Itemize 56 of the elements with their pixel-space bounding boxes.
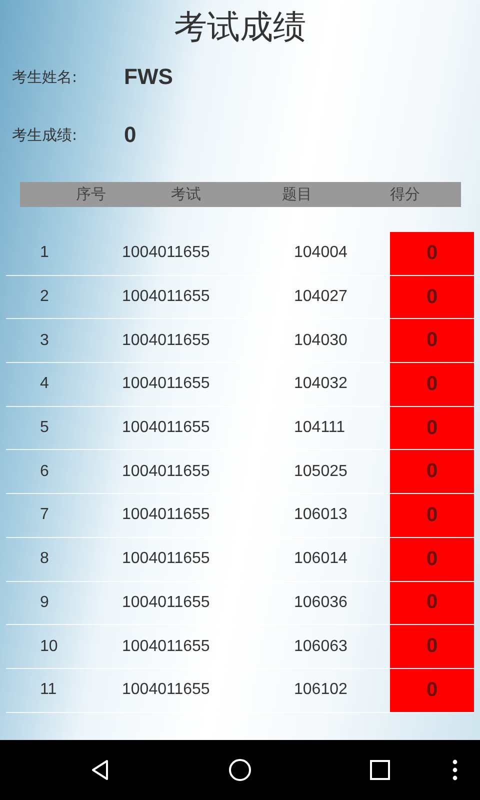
score-cell: 0 [390,668,474,712]
student-score: 0 [124,122,136,148]
column-header: 题目 [281,185,313,204]
score-cell: 0 [390,582,474,624]
more-icon[interactable] [452,759,458,781]
score-cell: 0 [390,406,474,450]
column-header: 考试 [170,185,202,204]
table-cell-text: 9 [39,594,50,612]
table-cell-text: 106102 [293,681,348,700]
table-cell-text: 1004011655 [121,332,211,350]
table-cell-text: 105025 [293,462,348,481]
table-cell-text: 8 [39,550,50,568]
table-cell-text: 1004011655 [121,419,211,438]
table-cell-text: 5 [39,419,50,438]
table-cell-text: 1 [39,244,50,262]
table-cell-text: 1004011655 [121,244,211,262]
score-cell: 0 [390,232,474,275]
table-cell-text: 2 [39,288,50,306]
table-cell-text: 11 [39,681,58,700]
table-cell-text: 104027 [293,288,348,306]
score-cell: 0 [390,363,474,406]
table-cell-text: 104032 [293,375,348,394]
table-cell-text: 1004011655 [121,506,211,524]
score-cell: 0 [390,319,474,362]
name-label: 考生姓名: [12,68,78,86]
table-cell-text: 10 [39,638,59,656]
table-cell-text: 1004011655 [121,462,211,481]
table-cell-text: 104111 [293,419,346,438]
table-cell-text: 106014 [293,550,348,568]
column-header: 序号 [75,185,107,204]
score-cell: 0 [390,538,474,580]
recent-apps-icon[interactable] [369,759,391,781]
table-cell-text: 6 [39,462,50,481]
page-title: 考试成绩 [173,6,307,48]
table-cell-text: 1004011655 [121,681,211,700]
table-cell-text: 1004011655 [121,550,211,568]
table-cell-text: 106063 [293,638,348,656]
table-cell-text: 106013 [293,506,348,524]
score-cell: 0 [390,276,474,318]
table-cell-text: 3 [39,332,50,350]
score-cell: 0 [390,494,474,537]
table-cell-text: 1004011655 [121,375,211,394]
column-header: 得分 [389,185,421,204]
table-cell-text: 4 [39,375,50,394]
table-cell-text: 1004011655 [121,594,211,612]
score-cell: 0 [390,625,474,668]
table-cell-text: 1004011655 [121,638,211,656]
table-cell-text: 104030 [293,332,348,350]
home-icon[interactable] [228,758,252,782]
table-cell-text: 104004 [293,244,348,262]
table-cell-text: 1004011655 [121,288,211,306]
table-cell-text: 106036 [293,594,348,612]
student-name: FWS [124,64,173,90]
score-label: 考生成绩: [12,126,78,144]
table-cell-text: 7 [39,506,50,524]
score-cell: 0 [390,450,474,494]
